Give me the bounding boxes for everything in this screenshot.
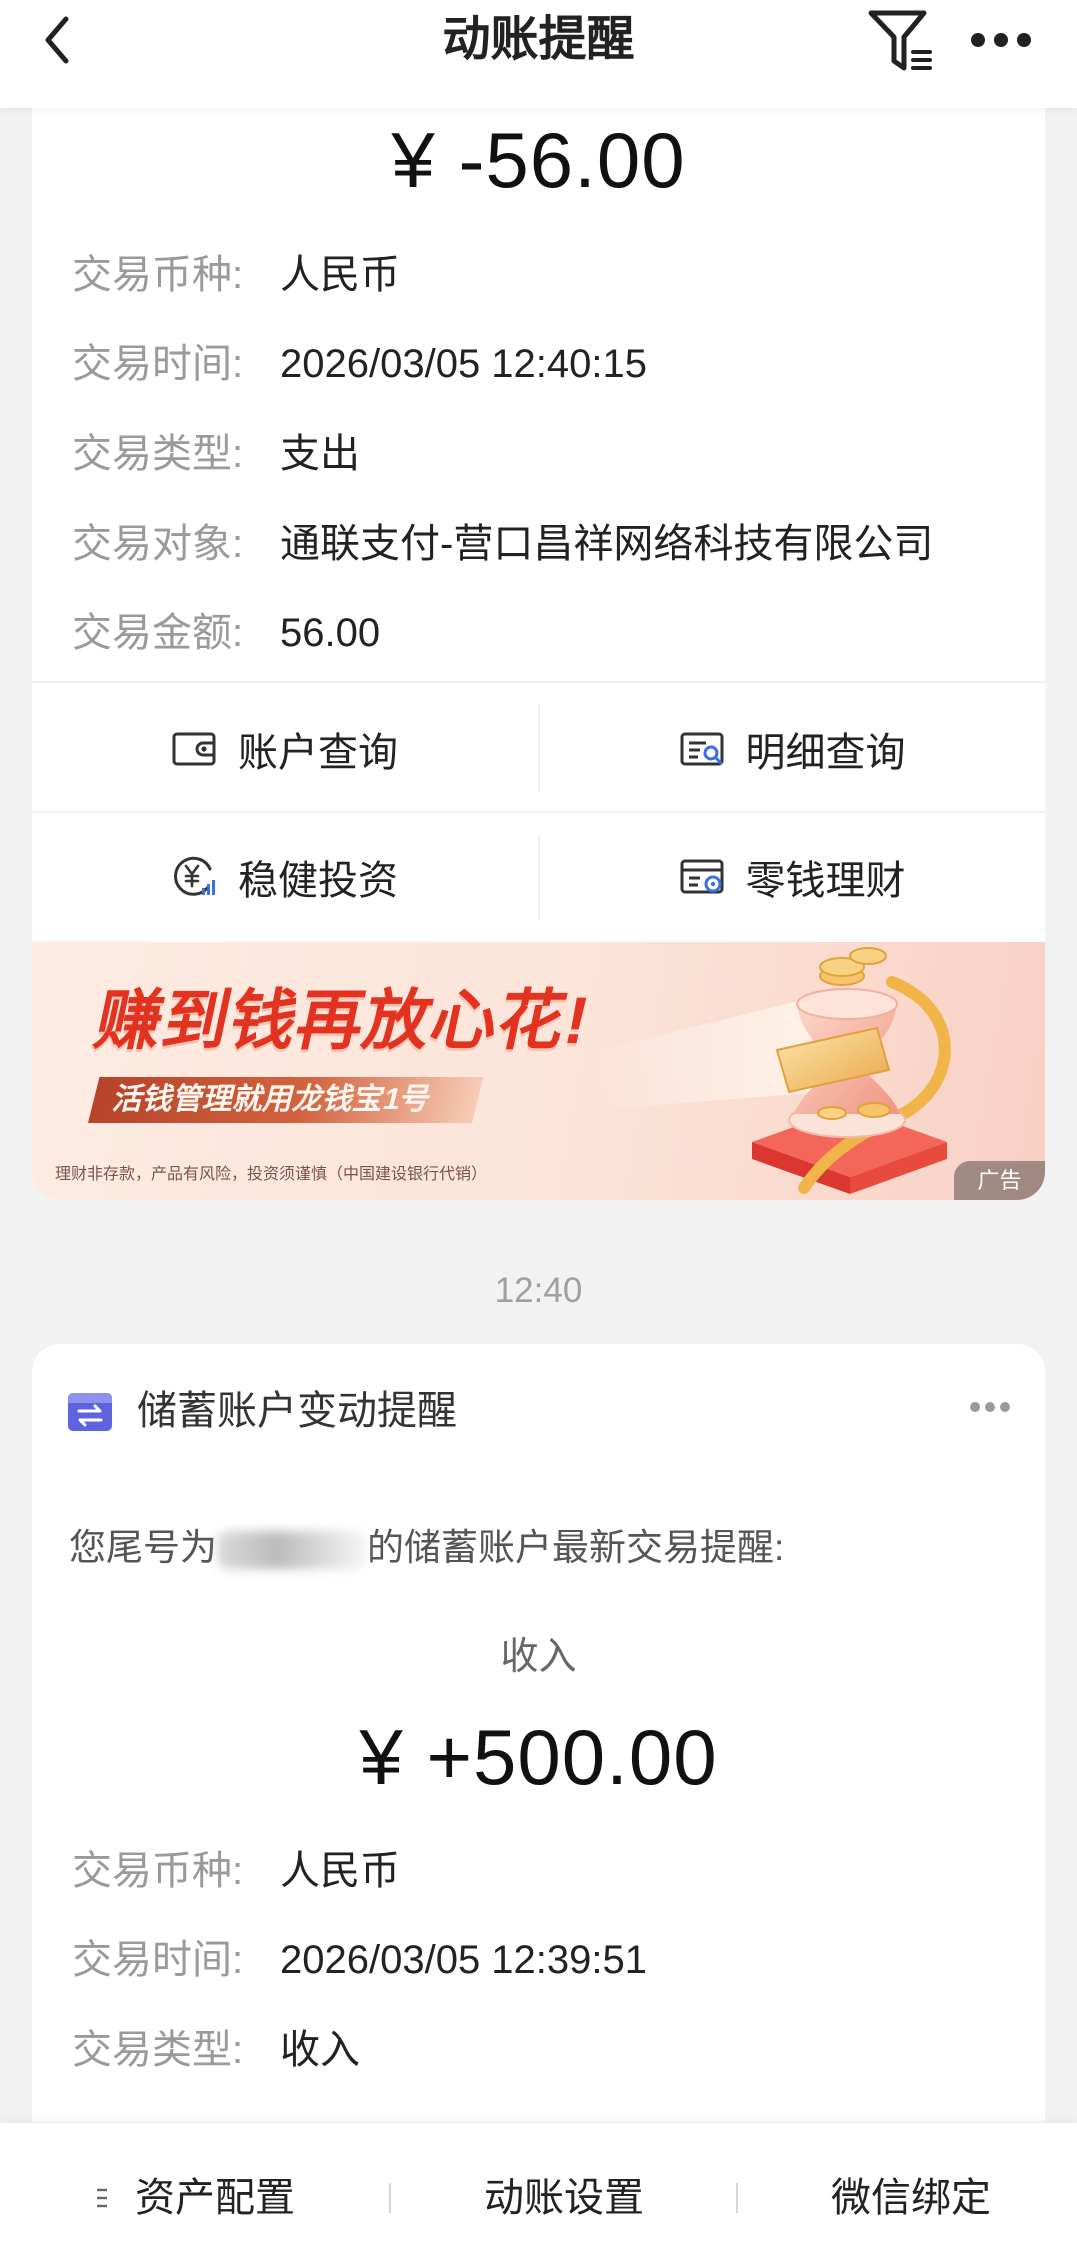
row-value: 通联支付-营口昌祥网络科技有限公司 <box>280 522 934 566</box>
detail-row-type: 交易类型: 收入 <box>72 2024 1032 2076</box>
menu-lines-icon <box>97 2188 107 2208</box>
wallet-icon <box>172 732 216 766</box>
card-title: 储蓄账户变动提醒 <box>137 1389 457 1433</box>
row-label: 交易币种: <box>72 253 244 297</box>
masked-account-number <box>217 1531 367 1570</box>
ad-disclaimer: 理财非存款，产品有风险，投资须谨慎（中国建设银行代销） <box>55 1166 488 1183</box>
bottom-item-label: 资产配置 <box>135 2176 295 2220</box>
ad-badge: 广告 <box>954 1161 1045 1200</box>
detail-row-time: 交易时间: 2026/03/05 12:39:51 <box>72 1934 1032 1986</box>
row-label: 交易币种: <box>72 1849 244 1893</box>
more-horizontal-icon[interactable] <box>966 30 1036 50</box>
detail-row-currency: 交易币种: 人民币 <box>72 1845 1032 1897</box>
divider <box>389 2183 391 2213</box>
row-value: 人民币 <box>280 1849 400 1893</box>
row-label: 交易类型: <box>72 2028 244 2072</box>
action-label: 稳健投资 <box>238 859 398 903</box>
message-timestamp: 12:40 <box>494 1271 583 1310</box>
detail-row-type: 交易类型: 支出 <box>72 428 1032 480</box>
bottom-menu-bar: 资产配置 动账设置 微信绑定 <box>0 2122 1077 2268</box>
divider <box>32 811 1045 813</box>
pocket-wealth-button[interactable]: 零钱理财 <box>540 837 1045 917</box>
yuan-investment-icon <box>174 856 215 896</box>
detail-query-button[interactable]: 明细查询 <box>540 709 1045 789</box>
action-label: 明细查询 <box>745 731 906 775</box>
account-query-button[interactable]: 账户查询 <box>32 709 538 789</box>
transfer-arrows-icon <box>68 1393 112 1431</box>
row-value: 2026/03/05 12:40:15 <box>280 342 648 386</box>
ad-headline: 赚到钱再放心花! <box>89 983 597 1057</box>
more-horizontal-icon[interactable] <box>968 1400 1012 1414</box>
detail-row-time: 交易时间: 2026/03/05 12:40:15 <box>72 338 1032 390</box>
screen: ¥ -56.00 交易币种: 人民币 交易时间: 2026/03/05 12:4… <box>0 0 1077 2268</box>
row-label: 交易时间: <box>72 342 244 386</box>
detail-row-counterparty: 交易对象: 通联支付-营口昌祥网络科技有限公司 <box>72 518 1032 570</box>
asset-allocation-button[interactable]: 资产配置 <box>90 2168 300 2228</box>
ad-subline: 活钱管理就用龙钱宝1号 <box>88 1077 484 1123</box>
top-nav-bar: 动账提醒 <box>0 0 1077 108</box>
detail-row-currency: 交易币种: 人民币 <box>72 249 1032 301</box>
detail-row-amount: 交易金额: 56.00 <box>72 607 1032 659</box>
account-alert-settings-button[interactable]: 动账设置 <box>464 2168 664 2228</box>
divider <box>736 2183 738 2213</box>
row-label: 交易类型: <box>72 432 244 476</box>
row-value: 人民币 <box>280 253 400 297</box>
row-label: 交易对象: <box>72 522 244 566</box>
wealth-management-icon <box>680 859 723 894</box>
row-value: 56.00 <box>280 611 381 655</box>
account-notice-intro: 您尾号为 的储蓄账户最新交易提醒: <box>69 1522 784 1574</box>
row-label: 交易金额: <box>72 611 244 655</box>
action-label: 零钱理财 <box>745 859 906 903</box>
divider <box>32 681 1045 683</box>
expense-notice-card: ¥ -56.00 交易币种: 人民币 交易时间: 2026/03/05 12:4… <box>32 0 1045 1200</box>
transaction-amount: ¥ +500.00 <box>359 1713 718 1801</box>
action-label: 账户查询 <box>238 731 398 775</box>
row-value: 2026/03/05 12:39:51 <box>280 1938 648 1982</box>
steady-investment-button[interactable]: 稳健投资 <box>32 837 538 917</box>
transaction-amount: ¥ -56.00 <box>391 116 686 204</box>
intro-suffix: 的储蓄账户最新交易提醒: <box>367 1527 785 1568</box>
transaction-direction: 收入 <box>500 1636 577 1678</box>
detail-search-icon <box>680 732 723 766</box>
intro-prefix: 您尾号为 <box>69 1527 217 1568</box>
filter-list-icon[interactable] <box>866 8 936 74</box>
row-value: 支出 <box>280 432 360 476</box>
row-label: 交易时间: <box>72 1938 244 1982</box>
ad-banner[interactable]: 赚到钱再放心花! 活钱管理就用龙钱宝1号 理财非存款，产品有风险，投资须谨慎（中… <box>32 942 1045 1200</box>
wechat-binding-button[interactable]: 微信绑定 <box>811 2168 1011 2228</box>
row-value: 收入 <box>280 2028 360 2072</box>
